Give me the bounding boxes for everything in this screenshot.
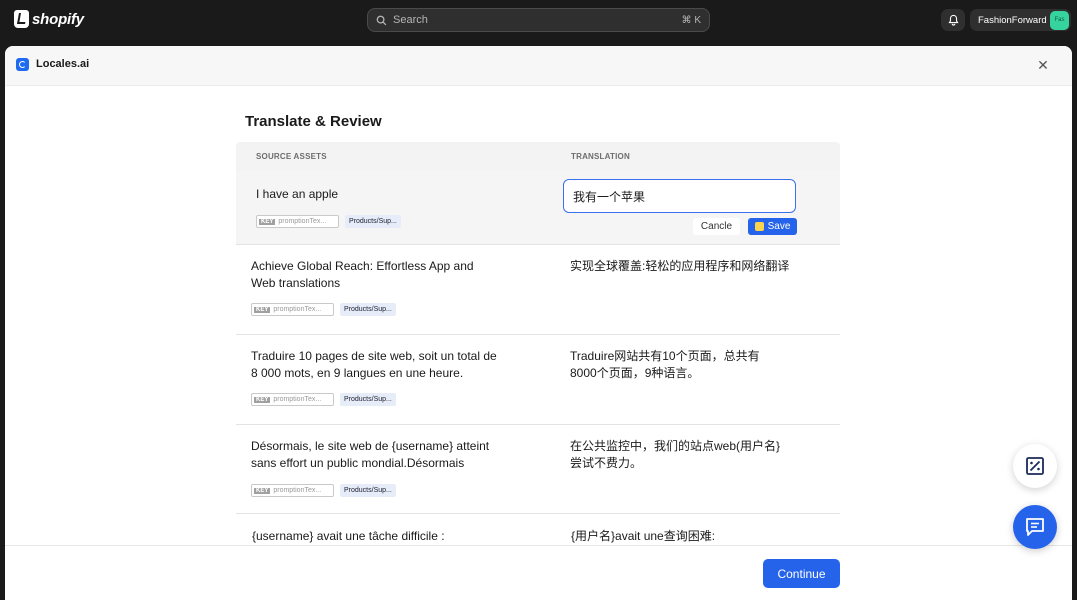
- asset-meta: KEY promptionTex... Products/Sup...: [256, 215, 401, 228]
- brand-name: shopify: [32, 10, 84, 28]
- modal-footer: Continue: [5, 545, 1072, 600]
- translation-input[interactable]: [563, 179, 796, 213]
- save-label: Save: [767, 221, 791, 232]
- chat-icon: [1026, 518, 1044, 536]
- asset-meta: KEY promptionTex... Products/Sup...: [251, 484, 396, 497]
- app-title: Locales.ai: [36, 58, 90, 70]
- table-row[interactable]: Achieve Global Reach: Effortless App and…: [236, 245, 840, 335]
- path-chip: Products/Sup...: [340, 303, 396, 316]
- asset-meta: KEY promptionTex... Products/Sup...: [251, 303, 396, 316]
- shopify-logo[interactable]: shopify: [14, 10, 84, 28]
- percent-fab[interactable]: [1013, 444, 1057, 488]
- path-chip: Products/Sup...: [345, 215, 401, 228]
- percent-icon: [1026, 457, 1044, 475]
- path-chip: Products/Sup...: [340, 393, 396, 406]
- translation-text[interactable]: 在公共监控中，我们的站点web(用户名}尝试不费力。: [570, 438, 785, 472]
- translation-text[interactable]: {用户名}avait une查询困难:: [571, 528, 801, 545]
- save-icon: [754, 222, 764, 231]
- avatar: Fas: [1050, 10, 1069, 30]
- search-icon: [376, 15, 387, 25]
- column-header-translation: TRANSLATION: [571, 152, 630, 161]
- shopify-bag-icon: [14, 10, 29, 28]
- source-text: Traduire 10 pages de site web, soit un t…: [251, 349, 497, 380]
- source-text: I have an apple: [256, 187, 339, 201]
- table-row[interactable]: Traduire 10 pages de site web, soit un t…: [236, 335, 840, 425]
- save-button[interactable]: Save: [748, 218, 797, 235]
- key-chip: KEY promptionTex...: [251, 393, 334, 406]
- app-modal: Locales.ai ✕ Translate & Review SOURCE A…: [5, 46, 1072, 600]
- source-text: Achieve Global Reach: Effortless App and…: [251, 259, 474, 290]
- store-name: FashionForward: [978, 14, 1047, 26]
- source-text: Désormais, le site web de {username} att…: [251, 439, 490, 470]
- notifications-button[interactable]: [941, 9, 965, 31]
- cancel-button[interactable]: Cancle: [693, 218, 740, 235]
- table-row[interactable]: Désormais, le site web de {username} att…: [236, 425, 840, 514]
- key-chip: KEY promptionTex...: [251, 303, 334, 316]
- chat-fab[interactable]: [1013, 505, 1057, 549]
- admin-topbar: shopify Search ⌘ K FashionForward Fas: [0, 0, 1077, 40]
- close-icon[interactable]: ✕: [1036, 57, 1050, 73]
- continue-button[interactable]: Continue: [763, 559, 840, 588]
- source-text: {username} avait une tâche difficile :: [252, 529, 445, 543]
- translation-text[interactable]: 实现全球覆盖:轻松的应用程序和网络翻译: [570, 258, 800, 275]
- search-shortcut: ⌘ K: [681, 14, 701, 26]
- page-title: Translate & Review: [245, 113, 382, 130]
- asset-meta: KEY promptionTex... Products/Sup...: [251, 393, 396, 406]
- search-placeholder: Search: [393, 14, 428, 26]
- store-account-button[interactable]: FashionForward Fas: [970, 9, 1071, 31]
- locales-app-icon: [16, 58, 29, 71]
- table-header: SOURCE ASSETS TRANSLATION: [236, 142, 840, 170]
- translation-text[interactable]: Traduire网站共有10个页面，总共有8000个页面，9种语言。: [570, 348, 785, 382]
- table-row[interactable]: I have an apple KEY promptionTex... Produ…: [236, 170, 840, 245]
- search-bar[interactable]: Search ⌘ K: [367, 8, 710, 32]
- modal-header: Locales.ai ✕: [5, 46, 1072, 86]
- bell-icon: [947, 14, 959, 26]
- column-header-source: SOURCE ASSETS: [256, 152, 327, 161]
- key-chip: KEY promptionTex...: [251, 484, 334, 497]
- key-chip: KEY promptionTex...: [256, 215, 339, 228]
- path-chip: Products/Sup...: [340, 484, 396, 497]
